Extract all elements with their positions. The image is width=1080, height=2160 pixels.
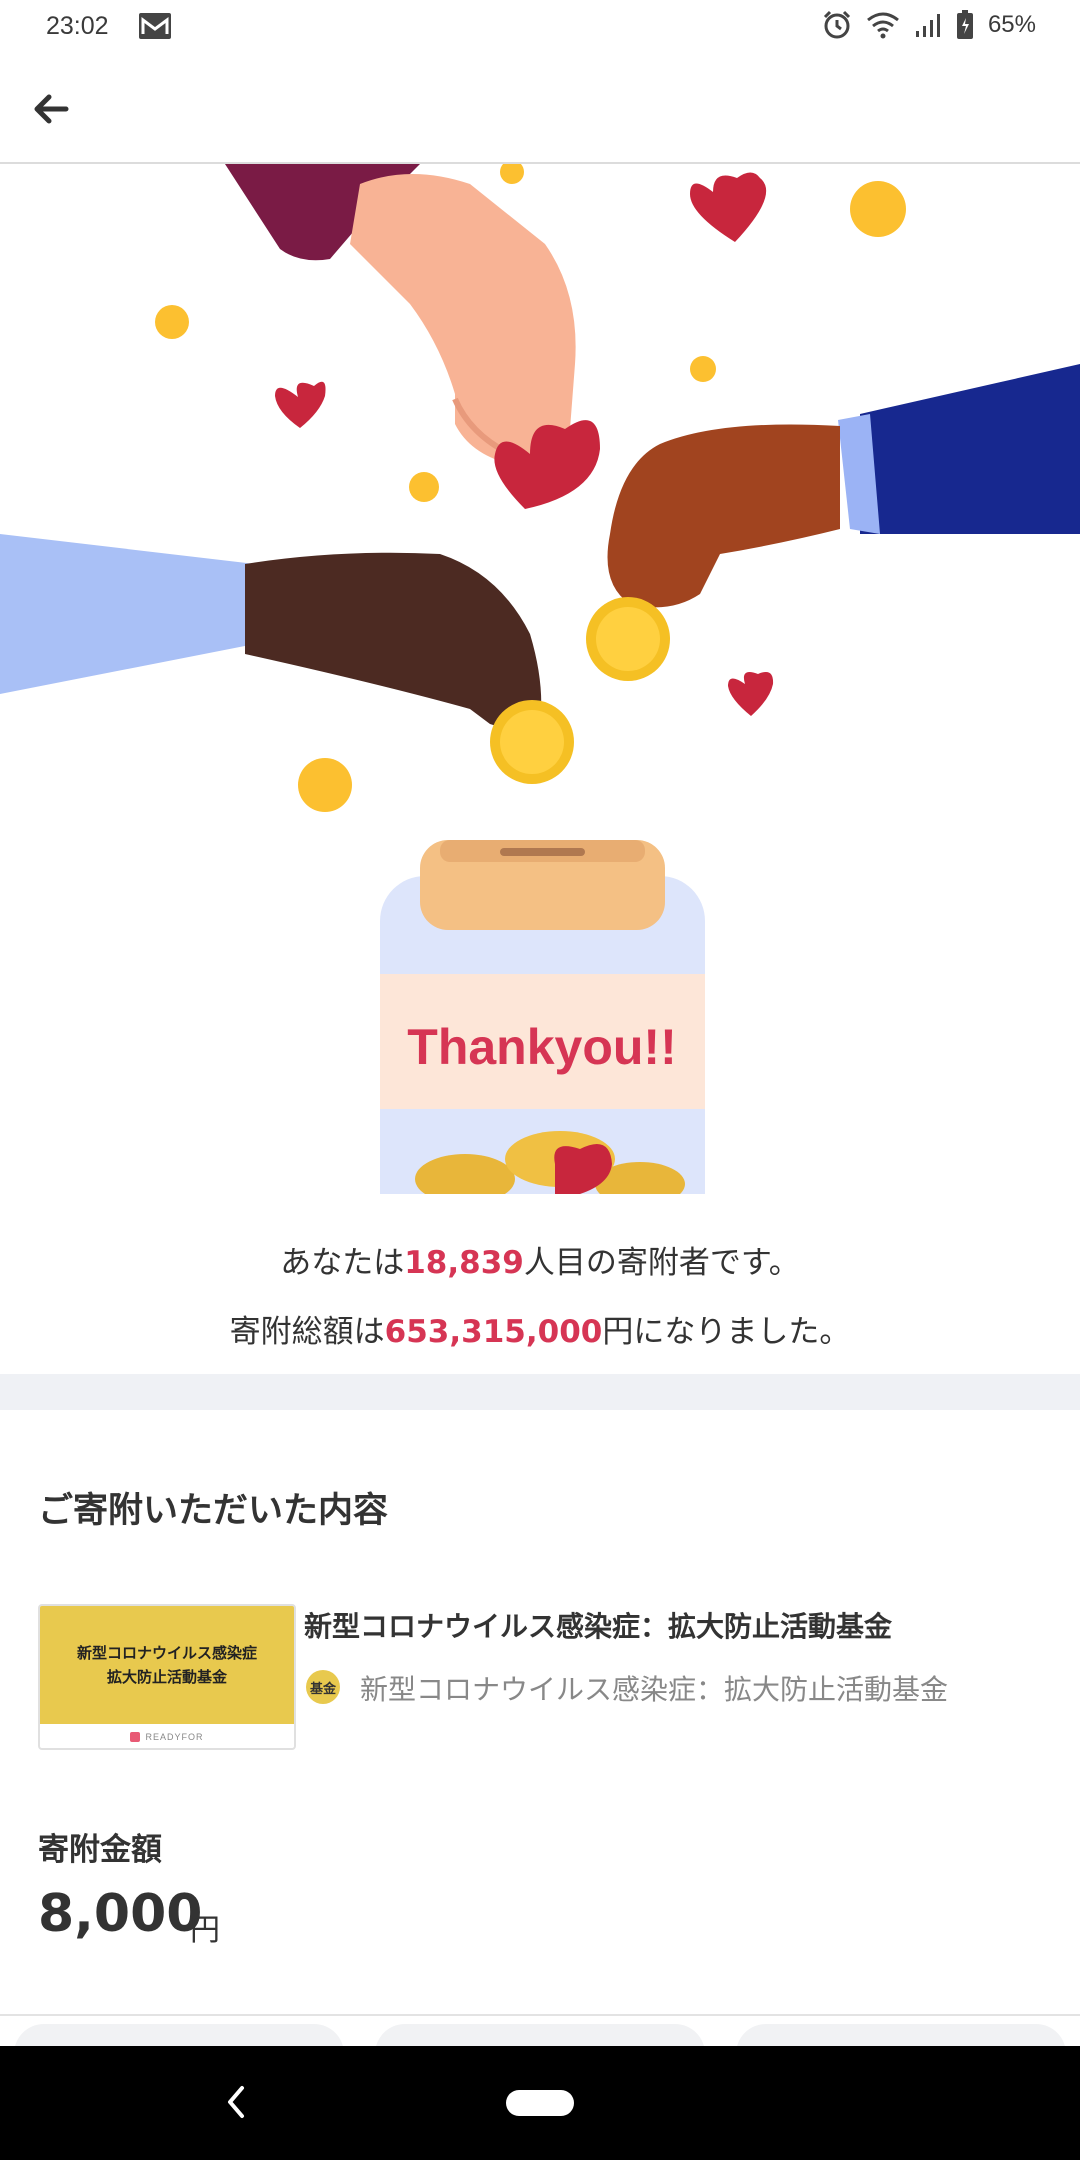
mail-icon: [139, 13, 171, 39]
organization-name[interactable]: 新型コロナウイルス感染症：拡大防止活動基金: [360, 1668, 948, 1708]
coin: [850, 181, 906, 237]
system-nav-bar: [0, 2046, 1080, 2160]
donation-illustration: Thankyou!!: [0, 164, 1080, 1194]
section-title: ご寄附いただいた内容: [38, 1491, 389, 1531]
coin: [690, 356, 716, 382]
heart: [728, 671, 774, 716]
status-bar: 23:02 65%: [0, 0, 1080, 56]
heart: [275, 381, 326, 428]
coin: [409, 472, 439, 502]
donor-count-line: あなたは18,839人目の寄附者です。: [280, 1245, 800, 1281]
battery-percent: 65%: [987, 11, 1036, 38]
app-bar: [0, 56, 1080, 164]
jar-text: Thankyou!!: [407, 1019, 676, 1075]
heart: [690, 172, 767, 242]
thumb-logo: READYFOR: [145, 1732, 204, 1742]
bottom-action-bar: [0, 2014, 1080, 2084]
readyfor-logo-icon: [130, 1732, 141, 1742]
total-amount-line: 寄附総額は653,315,000円になりました。: [229, 1314, 851, 1350]
sleeve-right: [860, 364, 1080, 534]
nav-back-icon[interactable]: [220, 2082, 250, 2122]
hand-right: [607, 424, 840, 608]
hand-top: [350, 174, 576, 464]
section-separator: [0, 1374, 1080, 1410]
hand-left: [245, 552, 542, 729]
donation-amount-label: 寄附金額: [38, 1832, 162, 1868]
donation-amount-value: 8,000: [38, 1884, 203, 1944]
thumb-title-line2: 拡大防止活動基金: [106, 1668, 227, 1686]
battery-icon: [956, 10, 973, 39]
donation-amount-unit: 円: [190, 1913, 220, 1948]
project-title[interactable]: 新型コロナウイルス感染症：拡大防止活動基金: [304, 1605, 892, 1645]
status-icons: 65%: [822, 10, 1036, 40]
nav-home-pill[interactable]: [506, 2090, 574, 2116]
coin: [298, 758, 352, 812]
project-thumbnail[interactable]: 新型コロナウイルス感染症 拡大防止活動基金 READYFOR: [38, 1604, 296, 1750]
signal-icon: [915, 14, 940, 37]
alarm-icon: [823, 10, 851, 39]
sleeve-left: [0, 534, 255, 694]
fund-badge: 基金: [306, 1670, 340, 1704]
status-time: 23:02: [46, 12, 109, 40]
thumb-title-line1: 新型コロナウイルス感染症: [76, 1644, 257, 1662]
coin: [155, 305, 189, 339]
donor-number: 18,839: [404, 1245, 524, 1281]
wifi-icon: [867, 12, 899, 39]
arrow-left-icon[interactable]: [28, 86, 74, 132]
coin: [500, 164, 524, 184]
total-amount: 653,315,000: [384, 1314, 603, 1350]
